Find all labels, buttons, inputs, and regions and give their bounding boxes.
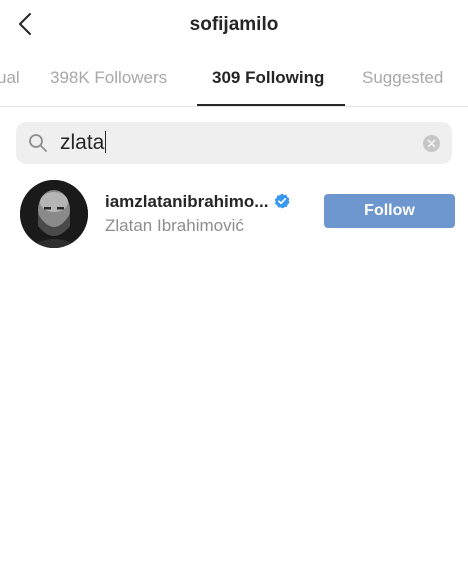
active-tab-indicator xyxy=(197,104,345,106)
tab-following[interactable]: 309 Following xyxy=(212,68,324,88)
search-value: zlata xyxy=(60,131,105,154)
page-title: sofijamilo xyxy=(189,14,279,35)
avatar[interactable] xyxy=(20,180,88,248)
header: sofijamilo xyxy=(0,0,468,52)
full-name: Zlatan Ibrahimović xyxy=(105,216,244,235)
tab-suggested[interactable]: Suggested xyxy=(362,68,443,88)
search-icon xyxy=(29,134,47,152)
text-cursor xyxy=(105,130,107,153)
tab-mutual[interactable]: ual xyxy=(0,68,20,88)
list-item[interactable]: iamzlatanibrahimo... Zlatan Ibrahimović … xyxy=(0,176,468,252)
verified-badge-icon xyxy=(275,193,290,209)
follow-button[interactable]: Follow xyxy=(324,194,455,228)
tab-followers[interactable]: 398K Followers xyxy=(50,68,167,88)
username-line: iamzlatanibrahimo... xyxy=(105,192,290,212)
profile-photo xyxy=(20,180,88,248)
username[interactable]: iamzlatanibrahimo... xyxy=(105,192,268,211)
search-value-wrap: zlata xyxy=(60,130,107,155)
tab-bar: ual 398K Followers 309 Following Suggest… xyxy=(0,60,468,107)
clear-icon[interactable] xyxy=(423,135,440,152)
search-input[interactable]: zlata xyxy=(16,122,452,164)
